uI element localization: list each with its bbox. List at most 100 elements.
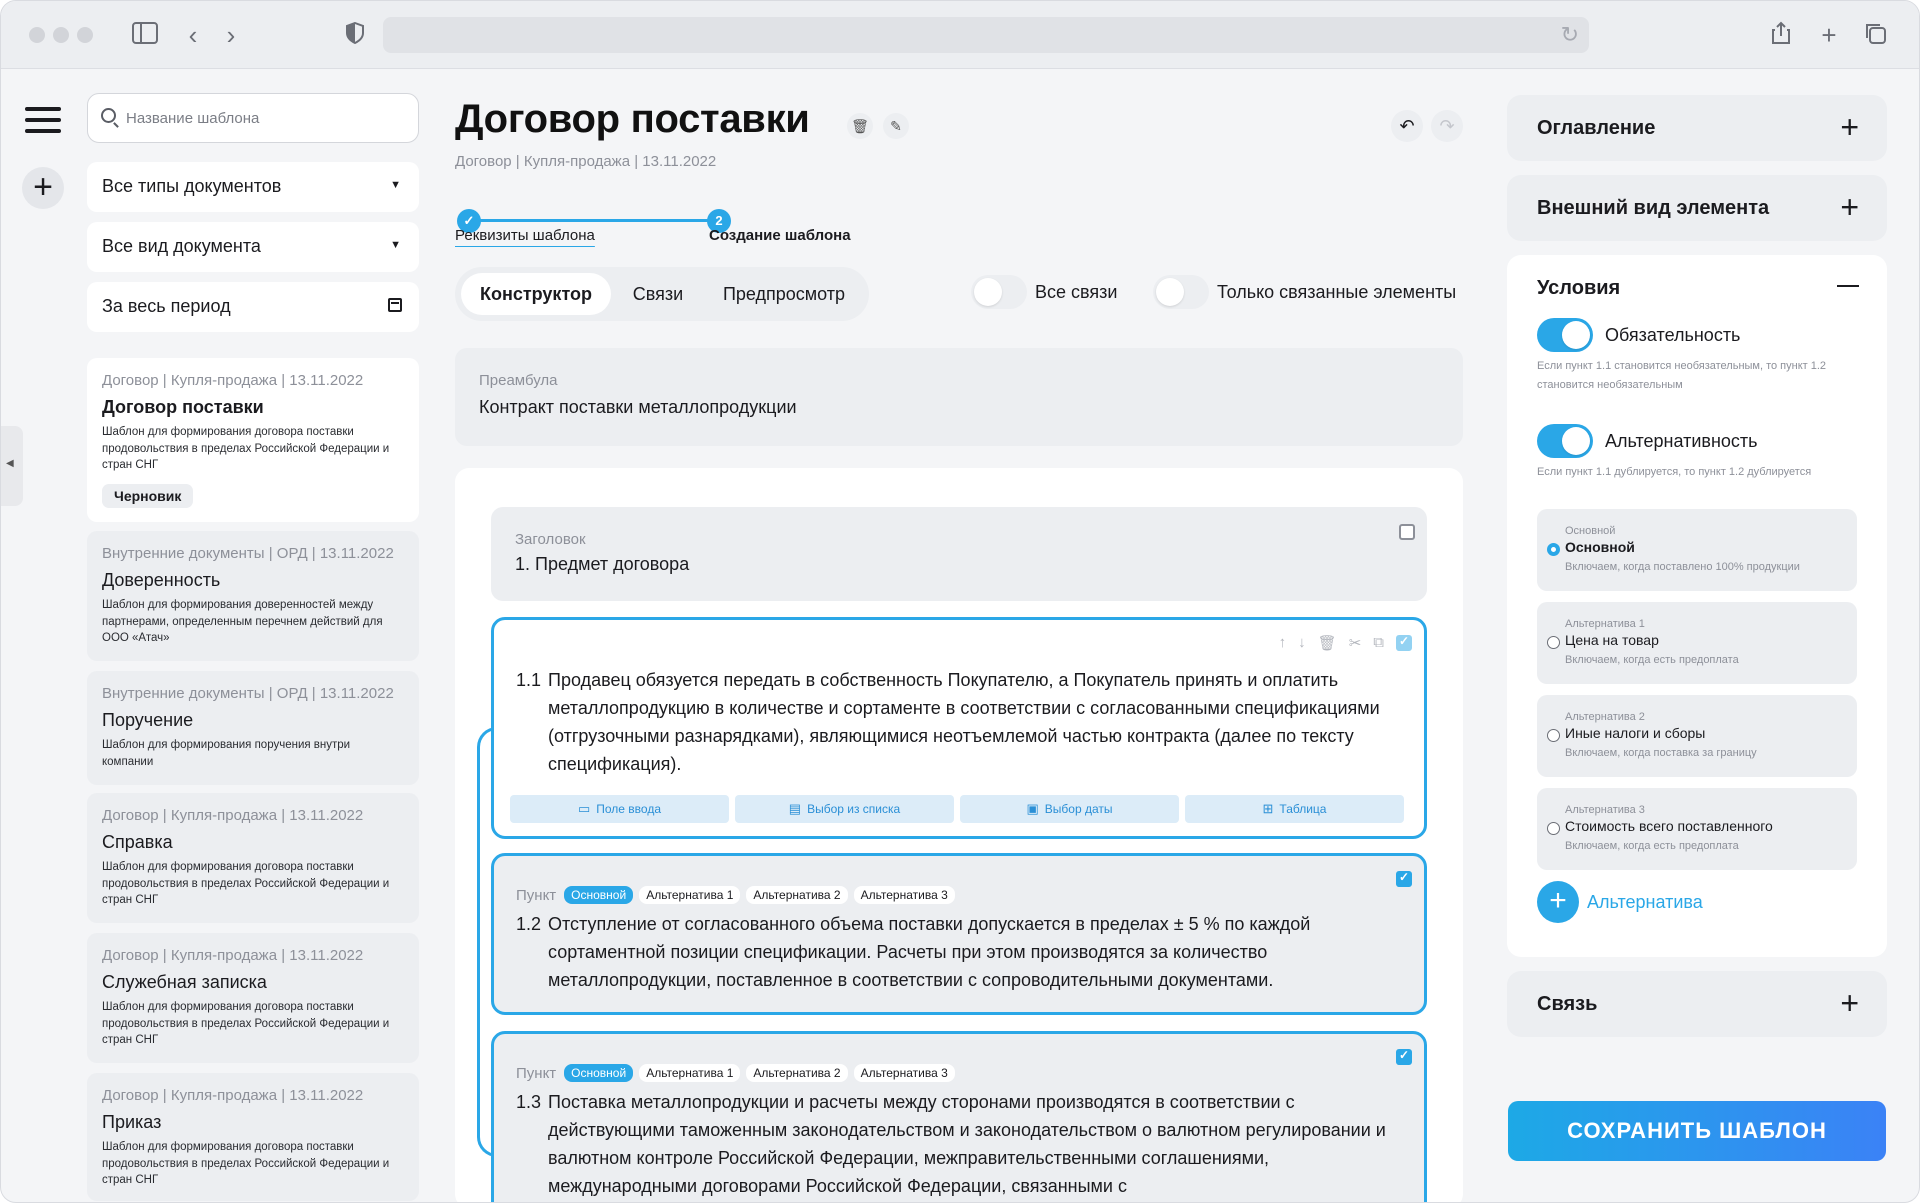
period-value: За весь период xyxy=(102,296,231,316)
chip-main[interactable]: Основной xyxy=(564,1064,634,1082)
alternative-description: Включаем, когда поставка за границу xyxy=(1565,747,1757,759)
doc-type-select[interactable]: Все типы документов ▼ xyxy=(87,162,419,212)
window-close-dot[interactable] xyxy=(29,27,45,43)
status-badge: Черновик xyxy=(102,483,194,508)
preamble-block[interactable]: Преамбула Контракт поставки металлопроду… xyxy=(455,348,1463,446)
insert-table-button[interactable]: ⊞ Таблица xyxy=(1185,795,1404,823)
plus-icon[interactable]: + xyxy=(1840,111,1859,143)
clause-block[interactable]: ↑ ↓ 🗑 ✂ ⧉ 1.1 Продавец обязуется передат… xyxy=(491,617,1427,839)
trash-icon[interactable]: 🗑 xyxy=(847,113,873,139)
clause-checkbox[interactable] xyxy=(1396,1048,1412,1065)
only-linked-toggle[interactable] xyxy=(1153,275,1209,309)
clause-checkbox[interactable] xyxy=(1396,870,1412,887)
radio-button[interactable] xyxy=(1547,822,1560,835)
alternative-option[interactable]: Альтернатива 3 Стоимость всего поставлен… xyxy=(1537,788,1857,870)
undo-button[interactable]: ↶ xyxy=(1391,110,1423,142)
clause-number: 1.1 xyxy=(516,670,542,690)
tab-constructor[interactable]: Конструктор xyxy=(461,273,611,315)
back-icon[interactable]: ‹ xyxy=(179,21,207,49)
tabs-overview-icon[interactable] xyxy=(1861,21,1889,49)
clause-text[interactable]: Отступление от согласованного объема пос… xyxy=(548,910,1402,994)
step-2-label[interactable]: Создание шаблона xyxy=(709,227,851,244)
chip-alt-3[interactable]: Альтернатива 3 xyxy=(853,886,955,904)
share-icon[interactable] xyxy=(1767,21,1795,49)
sidebar-collapse-handle[interactable]: ◀ xyxy=(1,426,23,506)
period-select[interactable]: За весь период xyxy=(87,282,419,332)
radio-button[interactable] xyxy=(1547,636,1560,649)
scissors-icon[interactable]: ✂ xyxy=(1349,634,1362,652)
save-template-button[interactable]: СОХРАНИТЬ ШАБЛОН xyxy=(1508,1101,1886,1161)
move-up-icon[interactable]: ↑ xyxy=(1279,634,1287,652)
chip-alt-2[interactable]: Альтернатива 2 xyxy=(746,886,848,904)
table-icon: ⊞ xyxy=(1262,801,1274,816)
move-down-icon[interactable]: ↓ xyxy=(1298,634,1306,652)
menu-icon[interactable] xyxy=(25,107,61,135)
template-description: Шаблон для формирования доверенностей ме… xyxy=(102,599,383,644)
clause-block[interactable]: Пункт Основной Альтернатива 1 Альтернати… xyxy=(491,1031,1427,1202)
clause-checkbox[interactable] xyxy=(1396,634,1412,651)
trash-icon[interactable]: 🗑 xyxy=(1318,634,1337,652)
doc-kind-select[interactable]: Все вид документа ▼ xyxy=(87,222,419,272)
search-icon xyxy=(101,108,116,123)
template-card[interactable]: Договор | Купля-продажа | 13.11.2022 Дог… xyxy=(87,358,419,522)
template-title: Договор поставки xyxy=(102,397,264,417)
template-title: Приказ xyxy=(102,1112,162,1132)
view-tabs: Конструктор Связи Предпросмотр xyxy=(455,267,869,321)
window-zoom-dot[interactable] xyxy=(77,27,93,43)
step-1-label[interactable]: Реквизиты шаблона xyxy=(455,227,595,244)
window-minimize-dot[interactable] xyxy=(53,27,69,43)
chip-alt-3[interactable]: Альтернатива 3 xyxy=(853,1064,955,1082)
tab-links[interactable]: Связи xyxy=(615,273,701,315)
mandatory-toggle[interactable] xyxy=(1537,318,1593,352)
insert-input-field-button[interactable]: ▭ Поле ввода xyxy=(510,795,729,823)
chip-alt-1[interactable]: Альтернатива 1 xyxy=(639,1064,741,1082)
clause-block[interactable]: Пункт Основной Альтернатива 1 Альтернати… xyxy=(491,853,1427,1015)
search-input[interactable] xyxy=(126,106,406,130)
heading-block[interactable]: Заголовок 1. Предмет договора xyxy=(491,507,1427,601)
clause-text[interactable]: Поставка металлопродукции и расчеты межд… xyxy=(548,1088,1402,1200)
template-card[interactable]: Внутренние документы | ОРД | 13.11.2022 … xyxy=(87,531,419,661)
minus-icon[interactable] xyxy=(1837,285,1859,287)
template-card[interactable]: Договор | Купля-продажа | 13.11.2022 При… xyxy=(87,1073,419,1201)
alternative-option[interactable]: Основной Основной Включаем, когда постав… xyxy=(1537,509,1857,591)
toc-panel[interactable]: Оглавление + xyxy=(1507,95,1887,161)
calendar-icon xyxy=(388,298,402,312)
insert-date-button[interactable]: ▣ Выбор даты xyxy=(960,795,1179,823)
plus-icon[interactable]: + xyxy=(1840,191,1859,223)
sidebar-toggle-icon[interactable] xyxy=(131,21,159,49)
alternative-description: Включаем, когда есть предоплата xyxy=(1565,654,1739,666)
template-meta: Договор | Купля-продажа | 13.11.2022 xyxy=(102,807,364,824)
chip-alt-2[interactable]: Альтернатива 2 xyxy=(746,1064,848,1082)
heading-checkbox[interactable] xyxy=(1399,524,1415,540)
clause-text[interactable]: Продавец обязуется передать в собственно… xyxy=(548,666,1402,778)
tab-preview[interactable]: Предпросмотр xyxy=(705,273,863,315)
alternative-option[interactable]: Альтернатива 1 Цена на товар Включаем, к… xyxy=(1537,602,1857,684)
alternativity-toggle[interactable] xyxy=(1537,424,1593,458)
chip-alt-1[interactable]: Альтернатива 1 xyxy=(639,886,741,904)
template-card[interactable]: Договор | Купля-продажа | 13.11.2022 Слу… xyxy=(87,933,419,1063)
add-template-button[interactable]: + xyxy=(22,167,64,209)
plus-icon[interactable]: + xyxy=(1840,987,1859,1019)
redo-button[interactable]: ↷ xyxy=(1431,110,1463,142)
template-card[interactable]: Договор | Купля-продажа | 13.11.2022 Спр… xyxy=(87,793,419,923)
template-card[interactable]: Внутренние документы | ОРД | 13.11.2022 … xyxy=(87,671,419,785)
reload-icon[interactable]: ↻ xyxy=(1561,23,1579,47)
alternative-option[interactable]: Альтернатива 2 Иные налоги и сборы Включ… xyxy=(1537,695,1857,777)
doc-kind-value: Все вид документа xyxy=(102,236,261,256)
add-alternative-button[interactable]: + Альтернатива xyxy=(1537,881,1703,923)
link-panel[interactable]: Связь + xyxy=(1507,971,1887,1037)
all-links-toggle[interactable] xyxy=(971,275,1027,309)
pencil-icon[interactable]: ✎ xyxy=(883,113,909,139)
caret-down-icon: ▼ xyxy=(390,179,401,191)
chip-main[interactable]: Основной xyxy=(564,886,634,904)
radio-button[interactable] xyxy=(1547,729,1560,742)
radio-selected[interactable] xyxy=(1547,543,1560,556)
insert-list-select-button[interactable]: ▤ Выбор из списка xyxy=(735,795,954,823)
new-tab-icon[interactable]: + xyxy=(1815,21,1843,49)
copy-icon[interactable]: ⧉ xyxy=(1373,634,1384,652)
forward-icon[interactable]: › xyxy=(217,21,245,49)
shield-icon[interactable] xyxy=(341,21,369,49)
all-links-toggle-row: Все связи xyxy=(971,275,1117,309)
address-bar[interactable]: ↻ xyxy=(383,17,1589,53)
appearance-panel[interactable]: Внешний вид элемента + xyxy=(1507,175,1887,241)
